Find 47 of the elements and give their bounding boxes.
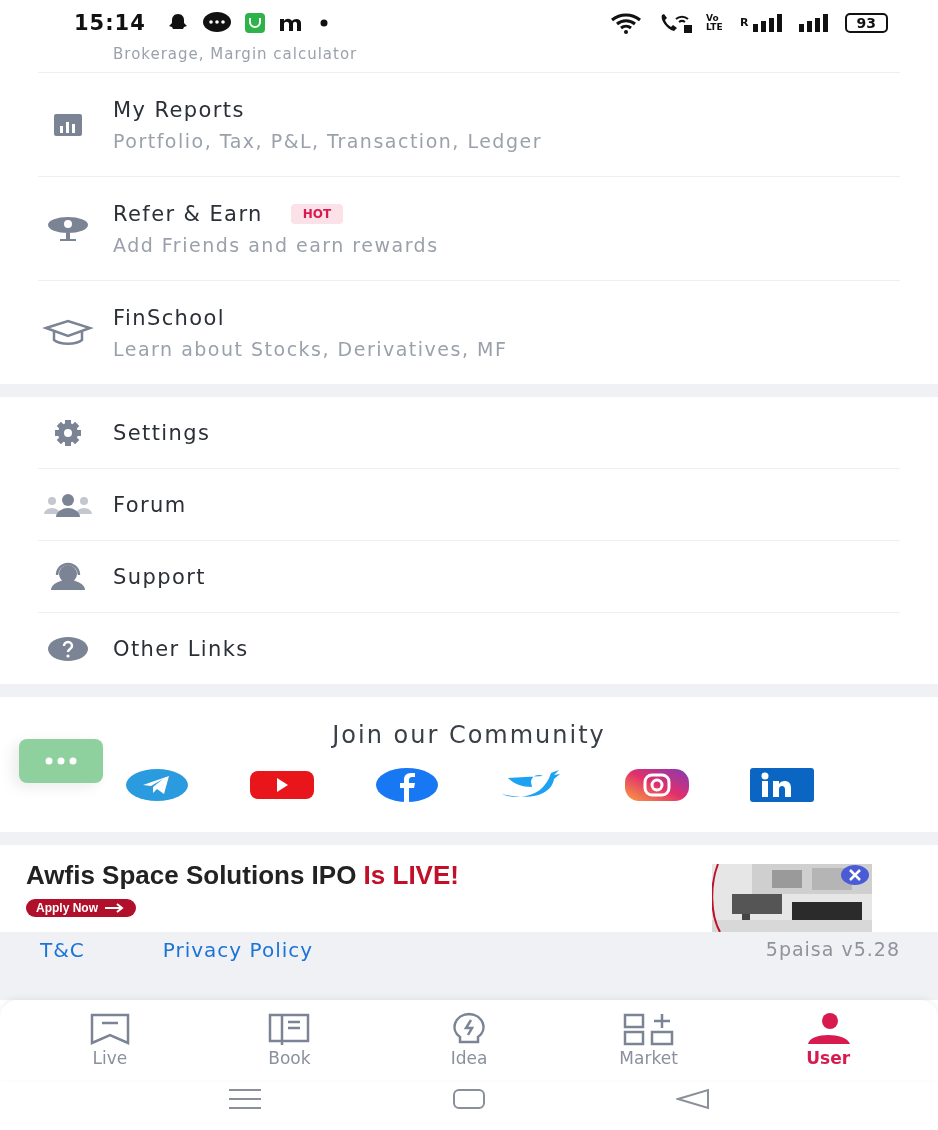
- more-icon: [44, 757, 78, 765]
- menu-item[interactable]: Forum: [38, 469, 900, 541]
- clock-time: 15:14: [74, 10, 146, 35]
- menu-item-title: Other Links: [113, 636, 249, 661]
- menu-item-subtitle: Add Friends and earn rewards: [113, 233, 439, 256]
- linkedin-icon[interactable]: [749, 768, 814, 802]
- home-icon[interactable]: [452, 1088, 486, 1110]
- grid-plus-icon: [621, 1012, 676, 1046]
- nav-tab[interactable]: User: [768, 1012, 889, 1068]
- menu-item-title: My Reports: [113, 97, 245, 122]
- menu-item[interactable]: Support: [38, 541, 900, 613]
- menu-item[interactable]: Settings: [38, 397, 900, 469]
- telegram-icon[interactable]: [124, 768, 189, 802]
- banner-headline: Awfis Space Solutions IPO Is LIVE!: [26, 860, 459, 891]
- menu-icon[interactable]: [228, 1088, 262, 1110]
- more-button[interactable]: [19, 739, 103, 783]
- battery-indicator: 93: [844, 12, 888, 33]
- community-title: Join our Community: [332, 721, 606, 749]
- menu-item[interactable]: My Reports Portfolio, Tax, P&L, Transaction, Ledger: [38, 73, 900, 177]
- dot-icon: [319, 18, 328, 27]
- instagram-icon[interactable]: [624, 769, 689, 801]
- menu-item[interactable]: Other Links: [38, 613, 900, 684]
- apply-now-button[interactable]: Apply Now: [26, 899, 136, 917]
- book-icon: [267, 1012, 312, 1046]
- chat-bubble-icon: [201, 10, 232, 35]
- hot-badge: HOT: [290, 203, 344, 224]
- menu-item-subtitle: Learn about Stocks, Derivatives, MF: [113, 337, 508, 360]
- menu-item-title: Refer & Earn: [113, 201, 263, 226]
- volte-label: Vo LTE: [706, 13, 724, 32]
- menu-item-title: Forum: [113, 492, 187, 517]
- facebook-icon[interactable]: [374, 767, 439, 803]
- menu-item[interactable]: Refer & Earn HOT Add Friends and earn rewards: [38, 177, 900, 281]
- back-icon[interactable]: [676, 1088, 710, 1110]
- menu-item-title: FinSchool: [113, 305, 225, 330]
- roaming-label: R: [740, 16, 749, 29]
- app-version: 5paisa v5.28: [765, 938, 900, 960]
- menu-item-subtitle: Portfolio, Tax, P&L, Transaction, Ledger: [113, 129, 542, 152]
- menu-item[interactable]: FinSchool Learn about Stocks, Derivatives, MF: [38, 281, 900, 384]
- menu-item-title: Settings: [113, 420, 211, 445]
- bag-icon: [243, 11, 266, 34]
- close-icon[interactable]: [840, 864, 870, 886]
- youtube-icon[interactable]: [249, 771, 314, 799]
- arrow-icon: [104, 903, 126, 913]
- menu-item-title: Support: [113, 564, 206, 589]
- privacy-policy-link[interactable]: Privacy Policy: [162, 938, 314, 962]
- terms-link[interactable]: T&C: [40, 938, 85, 962]
- menu-item-subtitle: Brokerage, Margin calculator: [38, 45, 900, 73]
